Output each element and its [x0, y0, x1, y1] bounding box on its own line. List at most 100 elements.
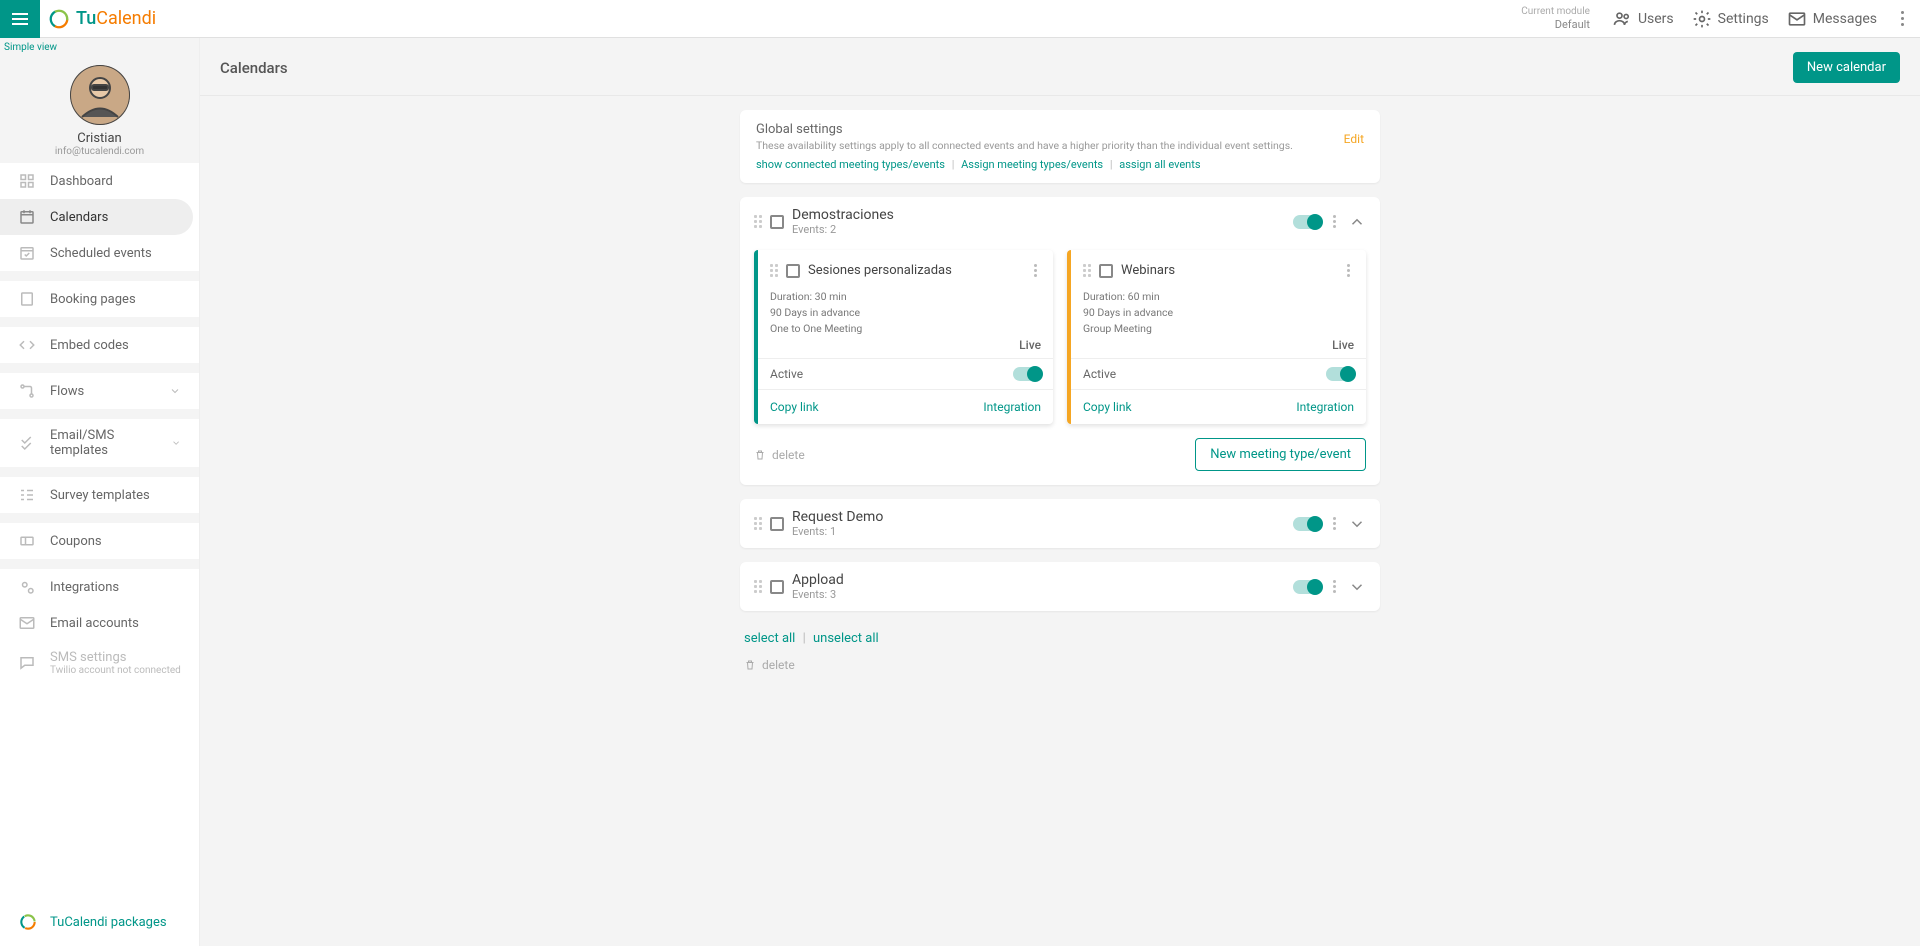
assign-all-link[interactable]: assign all events: [1119, 158, 1200, 171]
gear-icon: [1692, 9, 1712, 29]
event-menu[interactable]: [1343, 260, 1354, 281]
global-settings-card: Global settings These availability setti…: [740, 110, 1380, 183]
nav-sms-settings[interactable]: SMS settings Twilio account not connecte…: [0, 641, 199, 685]
trash-icon: [744, 659, 756, 671]
nav-survey[interactable]: Survey templates: [0, 477, 199, 513]
calendar-menu[interactable]: [1329, 211, 1340, 232]
calendar-toggle[interactable]: [1293, 580, 1321, 594]
delete-button[interactable]: delete: [754, 448, 805, 462]
calendar-toggle[interactable]: [1293, 517, 1321, 531]
event-checkbox[interactable]: [1099, 264, 1113, 278]
check-layers-icon: [18, 434, 36, 452]
global-settings-desc: These availability settings apply to all…: [756, 139, 1344, 152]
calendar-title-wrap[interactable]: Demostraciones Events: 2: [792, 207, 1285, 236]
new-calendar-button[interactable]: New calendar: [1793, 52, 1900, 83]
event-card: Sesiones personalizadas Duration: 30 min…: [754, 250, 1053, 424]
global-settings-edit[interactable]: Edit: [1344, 122, 1364, 146]
trash-icon: [754, 449, 766, 461]
show-connected-link[interactable]: show connected meeting types/events: [756, 158, 945, 171]
integration-link[interactable]: Integration: [983, 400, 1041, 414]
nav-scheduled[interactable]: Scheduled events: [0, 235, 199, 271]
drag-handle[interactable]: [1083, 264, 1091, 277]
messages-link[interactable]: Messages: [1787, 9, 1877, 29]
chevron-down-icon: [169, 385, 181, 397]
profile: Cristian info@tucalendi.com: [0, 53, 199, 163]
flow-icon: [18, 382, 36, 400]
nav-booking[interactable]: Booking pages: [0, 281, 199, 317]
event-checkbox[interactable]: [786, 264, 800, 278]
new-event-button[interactable]: New meeting type/event: [1195, 438, 1366, 471]
select-all-link[interactable]: select all: [744, 631, 795, 646]
nav-coupons[interactable]: Coupons: [0, 523, 199, 559]
calendar-icon: [18, 208, 36, 226]
event-active-toggle[interactable]: [1013, 367, 1041, 381]
calendar-title-wrap[interactable]: Appload Events: 3: [792, 572, 1285, 601]
bottom-delete[interactable]: delete: [740, 652, 1380, 678]
event-meta: Duration: 60 min 90 Days in advance Grou…: [1083, 289, 1354, 336]
calendar-menu[interactable]: [1329, 513, 1340, 534]
calendar-check-icon: [18, 244, 36, 262]
list-icon: [18, 486, 36, 504]
users-link[interactable]: Users: [1612, 9, 1674, 29]
chevron-up-icon[interactable]: [1348, 213, 1366, 231]
more-menu[interactable]: [1895, 11, 1910, 26]
calendar-checkbox[interactable]: [770, 517, 784, 531]
profile-email: info@tucalendi.com: [0, 146, 199, 157]
logo[interactable]: TuCalendi: [40, 8, 156, 30]
page-header: Calendars New calendar: [200, 38, 1920, 96]
calendar-menu[interactable]: [1329, 576, 1340, 597]
event-active-toggle[interactable]: [1326, 367, 1354, 381]
global-settings-title: Global settings: [756, 122, 1344, 137]
drag-handle[interactable]: [754, 215, 762, 228]
event-live-label: Live: [1083, 338, 1354, 352]
integration-link[interactable]: Integration: [1296, 400, 1354, 414]
copy-link[interactable]: Copy link: [770, 400, 819, 414]
grid-icon: [18, 172, 36, 190]
settings-link[interactable]: Settings: [1692, 9, 1769, 29]
ticket-icon: [18, 532, 36, 550]
nav-flows[interactable]: Flows: [0, 373, 199, 409]
unselect-all-link[interactable]: unselect all: [813, 631, 879, 646]
hamburger-menu[interactable]: [0, 0, 40, 38]
calendar-checkbox[interactable]: [770, 215, 784, 229]
page-title: Calendars: [220, 59, 288, 77]
app-header: TuCalendi Current module Default Users S…: [0, 0, 1920, 38]
simple-view-link[interactable]: Simple view: [0, 38, 199, 53]
packages-link[interactable]: TuCalendi packages: [0, 898, 199, 946]
calendar-checkbox[interactable]: [770, 580, 784, 594]
drag-handle[interactable]: [754, 580, 762, 593]
event-title[interactable]: Webinars: [1121, 263, 1335, 278]
logo-small-icon: [18, 912, 38, 932]
nav-email-accounts[interactable]: Email accounts: [0, 605, 199, 641]
current-module[interactable]: Current module Default: [1521, 6, 1590, 31]
assign-meeting-link[interactable]: Assign meeting types/events: [961, 158, 1103, 171]
active-label: Active: [770, 367, 803, 381]
event-card: Webinars Duration: 60 min 90 Days in adv…: [1067, 250, 1366, 424]
chevron-down-icon[interactable]: [1348, 515, 1366, 533]
calendar-card: Appload Events: 3: [740, 562, 1380, 611]
calendar-toggle[interactable]: [1293, 215, 1321, 229]
drag-handle[interactable]: [754, 517, 762, 530]
page-icon: [18, 290, 36, 308]
nav-calendars[interactable]: Calendars: [0, 199, 193, 235]
chevron-down-icon[interactable]: [1348, 578, 1366, 596]
main-content: Calendars New calendar Global settings T…: [200, 38, 1920, 946]
avatar[interactable]: [70, 65, 130, 125]
calendar-title-wrap[interactable]: Request Demo Events: 1: [792, 509, 1285, 538]
gears-icon: [18, 578, 36, 596]
global-settings-links: show connected meeting types/events | As…: [756, 158, 1344, 171]
nav-dashboard[interactable]: Dashboard: [0, 163, 199, 199]
event-menu[interactable]: [1030, 260, 1041, 281]
logo-icon: [48, 8, 70, 30]
drag-handle[interactable]: [770, 264, 778, 277]
copy-link[interactable]: Copy link: [1083, 400, 1132, 414]
chevron-down-icon: [171, 437, 181, 449]
active-label: Active: [1083, 367, 1116, 381]
nav-integrations[interactable]: Integrations: [0, 569, 199, 605]
mail-icon: [18, 614, 36, 632]
nav-email-sms[interactable]: Email/SMS templates: [0, 419, 199, 467]
calendar-card: Request Demo Events: 1: [740, 499, 1380, 548]
nav-embed[interactable]: Embed codes: [0, 327, 199, 363]
nav: Dashboard Calendars Scheduled events Boo…: [0, 163, 199, 898]
event-title[interactable]: Sesiones personalizadas: [808, 263, 1022, 278]
